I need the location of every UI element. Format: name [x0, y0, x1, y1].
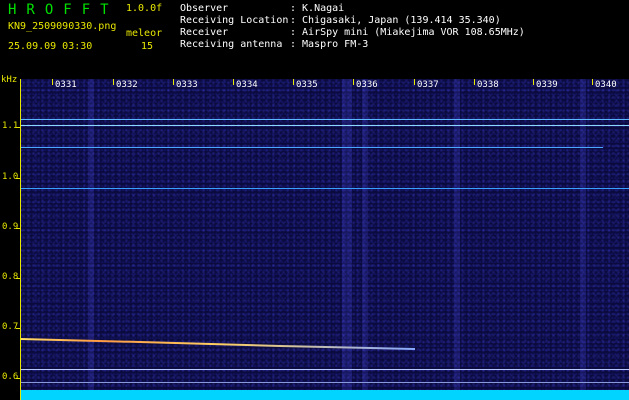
freq-tick [16, 127, 20, 128]
app-version: 1.0.0f [126, 3, 163, 14]
meta-location: Receiving Location: Chigasaki, Japan (13… [180, 15, 501, 26]
meta-value: : AirSpy mini (Miakejima VOR 108.65MHz) [290, 27, 525, 38]
meta-key: Receiver [180, 27, 229, 38]
mode-label: meleor [126, 28, 163, 39]
freq-label: 1.1 [2, 121, 19, 131]
time-label: 0339 [536, 80, 558, 90]
file-name: KN9_2509090330.png [8, 21, 117, 32]
app-title: HROFFT [8, 2, 119, 18]
time-tick [233, 79, 234, 85]
time-label: 0337 [417, 80, 439, 90]
freq-label: 0.6 [2, 372, 19, 382]
freq-tick [16, 378, 20, 379]
frequency-axis [20, 79, 21, 400]
time-tick [474, 79, 475, 85]
freq-label: 0.9 [2, 222, 19, 232]
carrier-line [20, 125, 629, 126]
time-label: 0331 [55, 80, 77, 90]
time-tick [173, 79, 174, 85]
spectrogram-plot [20, 79, 629, 400]
meta-key: Receiving antenna [180, 39, 283, 50]
freq-label: 0.8 [2, 272, 19, 282]
meta-value: : Maspro FM-3 [290, 39, 369, 50]
time-tick [533, 79, 534, 85]
meta-observer: Observer : K.Nagai [180, 3, 344, 14]
time-tick [113, 79, 114, 85]
noise-floor-band [20, 390, 629, 400]
time-tick [414, 79, 415, 85]
carrier-line [20, 382, 629, 383]
header-panel: HROFFT 1.0.0f KN9_2509090330.png meleor … [0, 0, 629, 78]
meta-antenna: Receiving antenna : Maspro FM-3 [180, 39, 368, 50]
time-tick [293, 79, 294, 85]
time-label: 0333 [176, 80, 198, 90]
freq-tick [16, 278, 20, 279]
time-label: 0334 [236, 80, 258, 90]
meta-receiver: Receiver : AirSpy mini (Miakejima VOR 108… [180, 27, 525, 38]
meta-key: Observer [180, 3, 229, 14]
time-label: 0335 [296, 80, 318, 90]
count-value: 15 [141, 41, 154, 52]
time-label: 0332 [116, 80, 138, 90]
meteor-echo-trace [20, 338, 416, 350]
datetime: 25.09.09 03:30 [8, 41, 93, 52]
time-tick [353, 79, 354, 85]
carrier-line [20, 119, 629, 120]
time-label: 0340 [595, 80, 617, 90]
vertical-streak [454, 79, 460, 400]
carrier-line [20, 147, 603, 148]
time-tick [592, 79, 593, 85]
meta-value: : Chigasaki, Japan (139.414 35.340) [290, 15, 501, 26]
frequency-unit-label: kHz [1, 75, 18, 85]
freq-tick [16, 178, 20, 179]
hrofft-window: HROFFT 1.0.0f KN9_2509090330.png meleor … [0, 0, 629, 400]
time-label: 0336 [356, 80, 378, 90]
carrier-line [20, 188, 629, 189]
freq-label: 1.0 [2, 172, 19, 182]
vertical-streak [580, 79, 586, 400]
freq-label: 0.7 [2, 322, 19, 332]
meta-key: Receiving Location [180, 15, 289, 26]
freq-tick [16, 228, 20, 229]
time-label: 0338 [477, 80, 499, 90]
meta-value: : K.Nagai [290, 3, 345, 14]
freq-tick [16, 328, 20, 329]
time-tick [52, 79, 53, 85]
carrier-line [20, 369, 629, 370]
